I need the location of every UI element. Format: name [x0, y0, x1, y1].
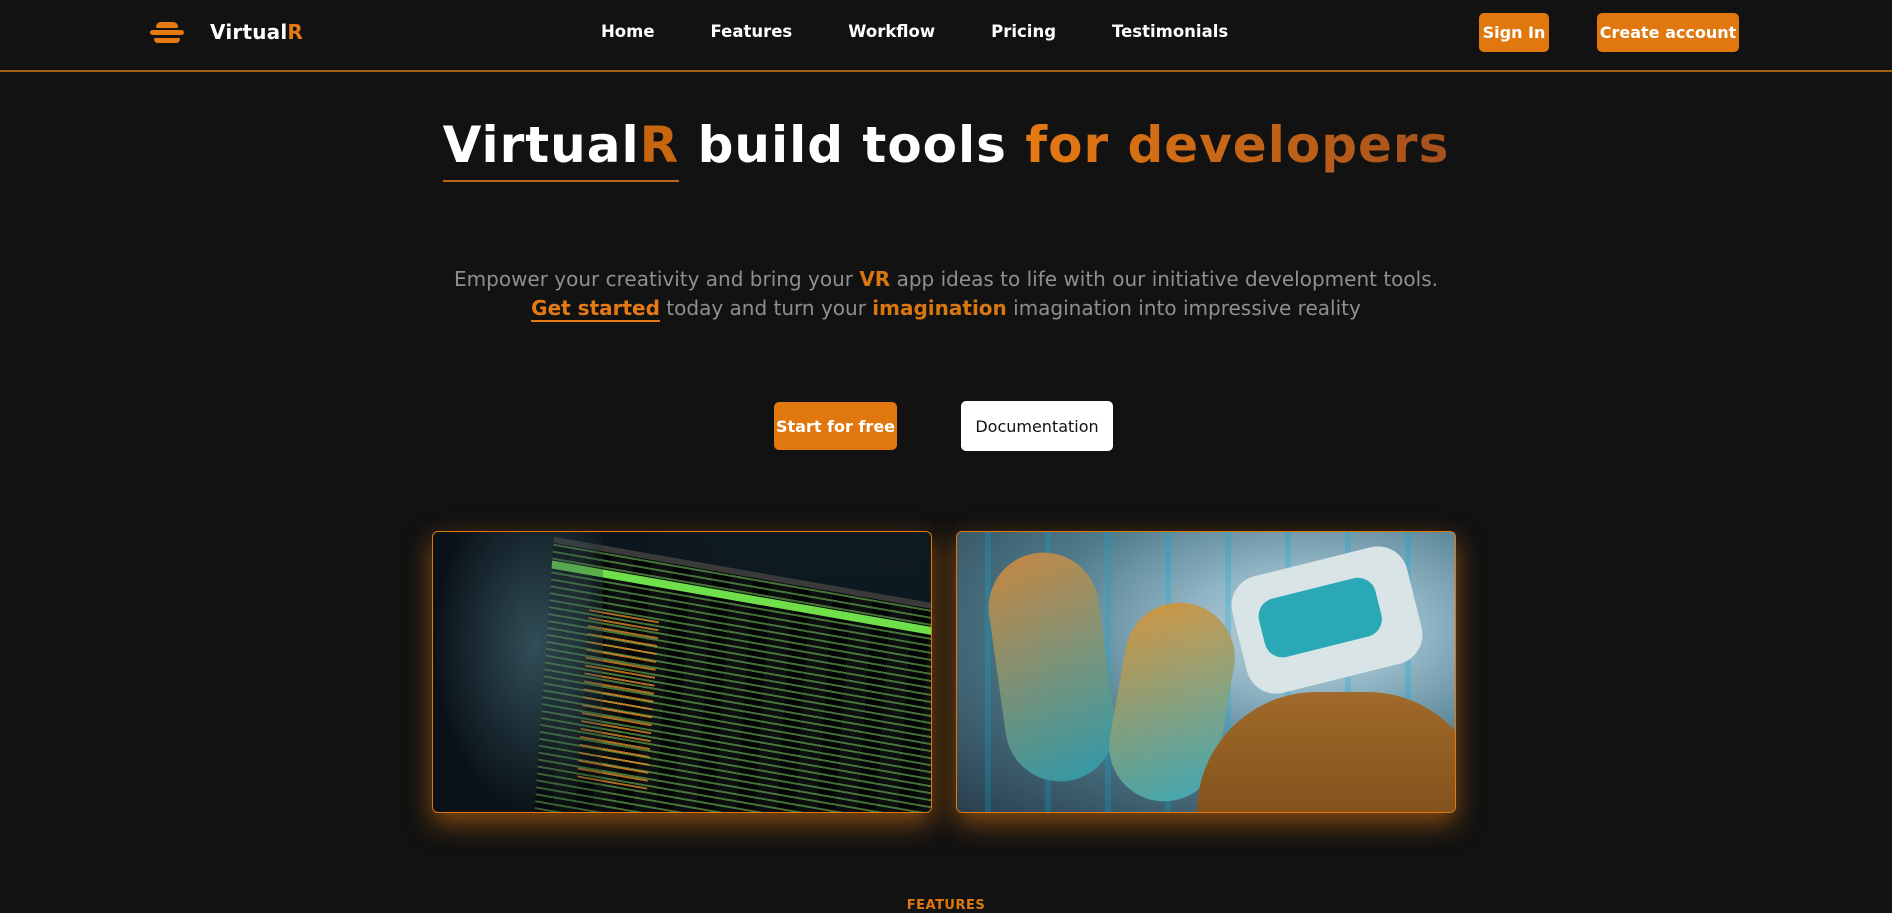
vr-headset-image: [956, 531, 1456, 813]
features-section-label: FEATURES: [906, 898, 986, 913]
logo[interactable]: VirtualR: [150, 19, 303, 45]
hero-title: VirtualR build tools for developers: [0, 116, 1892, 182]
hero-subtitle: Empower your creativity and bring your V…: [0, 265, 1892, 323]
nav-link-testimonials[interactable]: Testimonials: [1112, 22, 1228, 41]
hero-title-brand: VirtualR: [442, 116, 680, 182]
hero-title-middle: build tools: [679, 116, 1026, 174]
start-for-free-button[interactable]: Start for free: [774, 402, 897, 450]
create-account-button[interactable]: Create account: [1597, 13, 1739, 52]
imagination-highlight: imagination: [872, 296, 1007, 320]
nav-link-workflow[interactable]: Workflow: [848, 22, 935, 41]
logo-icon: [150, 19, 184, 45]
nav-links: Home Features Workflow Pricing Testimoni…: [601, 22, 1284, 41]
hero-title-accent: for developers: [1025, 116, 1450, 174]
nav-link-pricing[interactable]: Pricing: [991, 22, 1056, 41]
sign-in-button[interactable]: Sign In: [1479, 13, 1549, 52]
hero-subtitle-line-2: Get started today and turn your imaginat…: [531, 296, 1361, 322]
code-screen-image: [432, 531, 932, 813]
hero-subtitle-line-1: Empower your creativity and bring your V…: [454, 267, 1438, 291]
top-navbar: VirtualR Home Features Workflow Pricing …: [0, 0, 1892, 72]
nav-link-home[interactable]: Home: [601, 22, 655, 41]
documentation-button[interactable]: Documentation: [961, 401, 1113, 451]
nav-link-features[interactable]: Features: [711, 22, 793, 41]
get-started-link[interactable]: Get started: [531, 296, 660, 322]
person-silhouette: [433, 532, 603, 812]
logo-text: VirtualR: [210, 20, 304, 44]
vr-highlight: VR: [859, 267, 891, 291]
